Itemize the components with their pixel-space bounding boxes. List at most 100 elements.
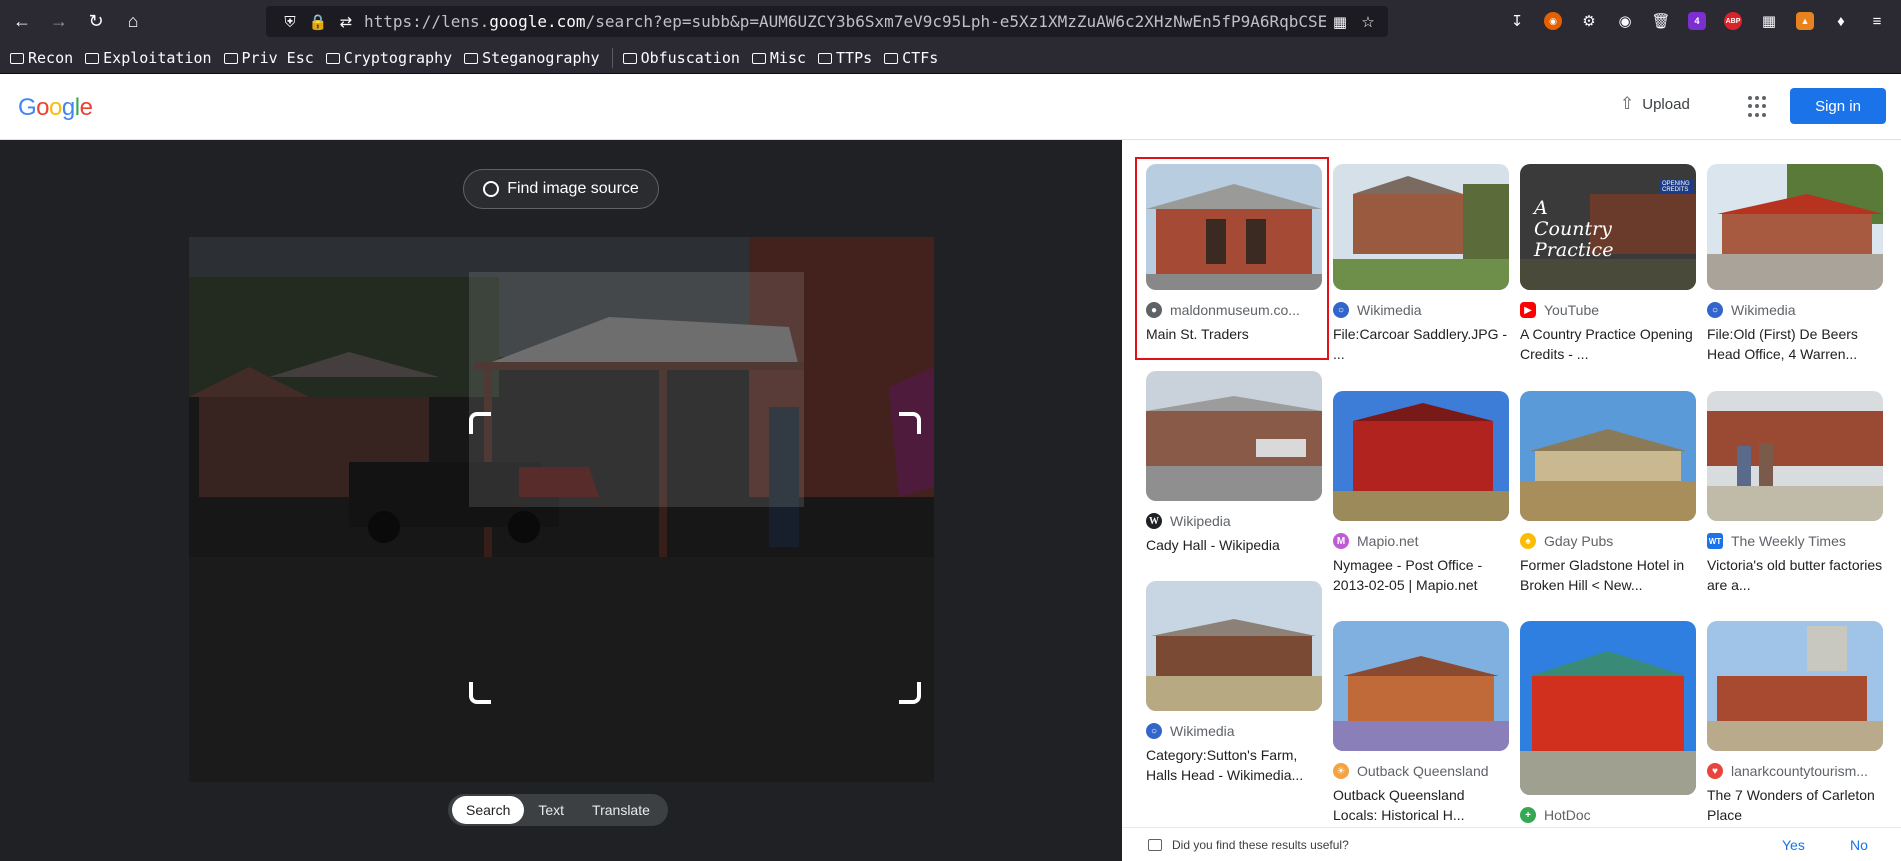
result-thumbnail[interactable] bbox=[1146, 371, 1322, 501]
bookmark-ctfs[interactable]: CTFs bbox=[884, 49, 938, 67]
apps-grid-icon[interactable] bbox=[1748, 96, 1770, 118]
firefox-relay-icon[interactable]: ◉ bbox=[1535, 7, 1571, 35]
google-logo[interactable]: Google bbox=[18, 94, 93, 122]
result-card[interactable]: ♠ Gday Pubs Former Gladstone Hotel in Bro… bbox=[1520, 391, 1696, 595]
result-source: W Wikipedia bbox=[1146, 513, 1322, 529]
result-title[interactable]: Category:Sutton's Farm, Halls Head - Wik… bbox=[1146, 745, 1322, 785]
result-card[interactable]: ○ Wikimedia Category:Sutton's Farm, Halls… bbox=[1146, 581, 1322, 785]
feedback-bar: Did you find these results useful? Yes N… bbox=[1122, 827, 1901, 861]
result-title[interactable]: Outback Queensland Locals: Historical H.… bbox=[1333, 785, 1509, 825]
bookmark-label: Exploitation bbox=[103, 49, 212, 67]
grid-extension-icon[interactable]: ▦ bbox=[1751, 7, 1787, 35]
wikimedia-icon: ○ bbox=[1333, 302, 1349, 318]
result-title[interactable]: A Country Practice Opening Credits - ... bbox=[1520, 324, 1696, 364]
extensions-row: ↧ ◉ ⚙ ◉ 🗑 4 ABP ▦ ▲ ♦ ≡ bbox=[1499, 7, 1895, 35]
downloads-icon[interactable]: ↧ bbox=[1499, 7, 1535, 35]
home-icon[interactable]: ⌂ bbox=[118, 7, 148, 37]
reader-view-icon[interactable]: ▦ bbox=[1326, 13, 1354, 31]
feedback-icon bbox=[1148, 838, 1162, 851]
feedback-yes-button[interactable]: Yes bbox=[1782, 837, 1805, 853]
result-thumbnail[interactable] bbox=[1333, 391, 1509, 521]
bookmark-steganography[interactable]: Steganography bbox=[464, 49, 600, 67]
mode-text-tab[interactable]: Text bbox=[524, 796, 578, 824]
folder-icon bbox=[325, 52, 340, 64]
fox-extension-icon[interactable]: ▲ bbox=[1787, 7, 1823, 35]
mode-search-tab[interactable]: Search bbox=[452, 796, 525, 824]
bookmark-priv-esc[interactable]: Priv Esc bbox=[223, 49, 314, 67]
result-card[interactable]: WT The Weekly Times Victoria's old butter… bbox=[1707, 391, 1883, 595]
bookmark-ttps[interactable]: TTPs bbox=[818, 49, 872, 67]
settings-extension-icon[interactable]: ⚙ bbox=[1571, 7, 1607, 35]
forward-icon[interactable]: → bbox=[44, 7, 74, 37]
lens-search-icon bbox=[483, 181, 500, 197]
bookmark-recon[interactable]: Recon bbox=[10, 49, 73, 67]
url-bar[interactable]: ⛨ 🔒 ⇄ https://lens.google.com/search?ep=… bbox=[266, 6, 1388, 37]
result-card[interactable]: ○ Wikimedia File:Old (First) De Beers Hea… bbox=[1707, 164, 1883, 364]
crop-handle-bottom-left[interactable] bbox=[469, 682, 491, 704]
mapio-icon: M bbox=[1333, 533, 1349, 549]
folder-icon bbox=[884, 52, 899, 64]
result-card[interactable]: M Mapio.net Nymagee - Post Office - 2013-… bbox=[1333, 391, 1509, 595]
crop-selection-box[interactable] bbox=[469, 412, 921, 704]
trash-extension-icon[interactable]: 🗑 bbox=[1643, 7, 1679, 35]
permissions-icon[interactable]: ⇄ bbox=[332, 13, 360, 31]
result-title[interactable]: The 7 Wonders of Carleton Place bbox=[1707, 785, 1883, 825]
result-source: WT The Weekly Times bbox=[1707, 533, 1883, 549]
feedback-question: Did you find these results useful? bbox=[1172, 837, 1349, 852]
result-source: ○ Wikimedia bbox=[1146, 723, 1322, 739]
result-title[interactable]: Nymagee - Post Office - 2013-02-05 | Map… bbox=[1333, 555, 1509, 595]
result-source: + HotDoc bbox=[1520, 807, 1696, 823]
result-card[interactable]: W Wikipedia Cady Hall - Wikipedia bbox=[1146, 371, 1322, 555]
result-source-name: Outback Queensland bbox=[1357, 763, 1489, 779]
feedback-no-button[interactable]: No bbox=[1850, 837, 1868, 853]
mode-translate-tab[interactable]: Translate bbox=[578, 796, 664, 824]
bookmark-cryptography[interactable]: Cryptography bbox=[325, 49, 452, 67]
extensions-puzzle-icon[interactable]: ♦ bbox=[1823, 7, 1859, 35]
url-text[interactable]: https://lens.google.com/search?ep=subb&p… bbox=[364, 12, 1326, 31]
result-source: M Mapio.net bbox=[1333, 533, 1509, 549]
result-title[interactable]: File:Old (First) De Beers Head Office, 4… bbox=[1707, 324, 1883, 364]
result-source: ▶ YouTube bbox=[1520, 302, 1696, 318]
result-thumbnail[interactable] bbox=[1707, 164, 1883, 290]
adblock-plus-icon[interactable]: ABP bbox=[1715, 7, 1751, 35]
result-title[interactable]: Former Gladstone Hotel in Broken Hill < … bbox=[1520, 555, 1696, 595]
result-card[interactable]: ☀ Outback Queensland Outback Queensland L… bbox=[1333, 621, 1509, 825]
crop-handle-bottom-right[interactable] bbox=[899, 682, 921, 704]
result-thumbnail[interactable] bbox=[1146, 581, 1322, 711]
result-source: ♥ lanarkcountytourism... bbox=[1707, 763, 1883, 779]
lens-mode-switcher: Search Text Translate bbox=[448, 794, 668, 826]
result-thumbnail[interactable] bbox=[1520, 391, 1696, 521]
cookie-extension-icon[interactable]: ◉ bbox=[1607, 7, 1643, 35]
bookmark-star-icon[interactable]: ☆ bbox=[1354, 13, 1382, 31]
result-thumbnail[interactable] bbox=[1333, 621, 1509, 751]
lock-icon[interactable]: 🔒 bbox=[304, 13, 332, 31]
bookmark-obfuscation[interactable]: Obfuscation bbox=[622, 49, 740, 67]
shield-icon[interactable]: ⛨ bbox=[276, 13, 304, 31]
bookmark-exploitation[interactable]: Exploitation bbox=[85, 49, 212, 67]
result-thumbnail[interactable] bbox=[1333, 164, 1509, 290]
back-icon[interactable]: ← bbox=[7, 7, 37, 37]
bookmark-misc[interactable]: Misc bbox=[751, 49, 806, 67]
result-thumbnail[interactable]: A Country Practice OPENING CREDITS bbox=[1520, 164, 1696, 290]
find-image-source-button[interactable]: Find image source bbox=[463, 169, 659, 209]
result-thumbnail[interactable] bbox=[1707, 621, 1883, 751]
upload-button[interactable]: ⇧ Upload bbox=[1620, 94, 1690, 114]
result-card[interactable]: ♥ lanarkcountytourism... The 7 Wonders of… bbox=[1707, 621, 1883, 825]
result-card[interactable]: A Country Practice OPENING CREDITS ▶ YouT… bbox=[1520, 164, 1696, 364]
result-thumbnail[interactable] bbox=[1707, 391, 1883, 521]
result-title[interactable]: File:Carcoar Saddlery.JPG - ... bbox=[1333, 324, 1509, 364]
crop-handle-top-right[interactable] bbox=[899, 412, 921, 434]
menu-icon[interactable]: ≡ bbox=[1859, 7, 1895, 35]
purple-extension-icon[interactable]: 4 bbox=[1679, 7, 1715, 35]
result-card[interactable]: ○ Wikimedia File:Carcoar Saddlery.JPG - .… bbox=[1333, 164, 1509, 364]
result-card[interactable]: + HotDoc bbox=[1520, 621, 1696, 829]
sign-in-button[interactable]: Sign in bbox=[1790, 88, 1886, 124]
crop-handle-top-left[interactable] bbox=[469, 412, 491, 434]
youtube-icon: ▶ bbox=[1520, 302, 1536, 318]
folder-icon bbox=[622, 52, 637, 64]
reload-icon[interactable]: ↻ bbox=[81, 7, 111, 37]
result-title[interactable]: Cady Hall - Wikipedia bbox=[1146, 535, 1322, 555]
result-thumbnail[interactable] bbox=[1520, 621, 1696, 795]
result-source-name: Mapio.net bbox=[1357, 533, 1419, 549]
result-title[interactable]: Victoria's old butter factories are a... bbox=[1707, 555, 1883, 595]
